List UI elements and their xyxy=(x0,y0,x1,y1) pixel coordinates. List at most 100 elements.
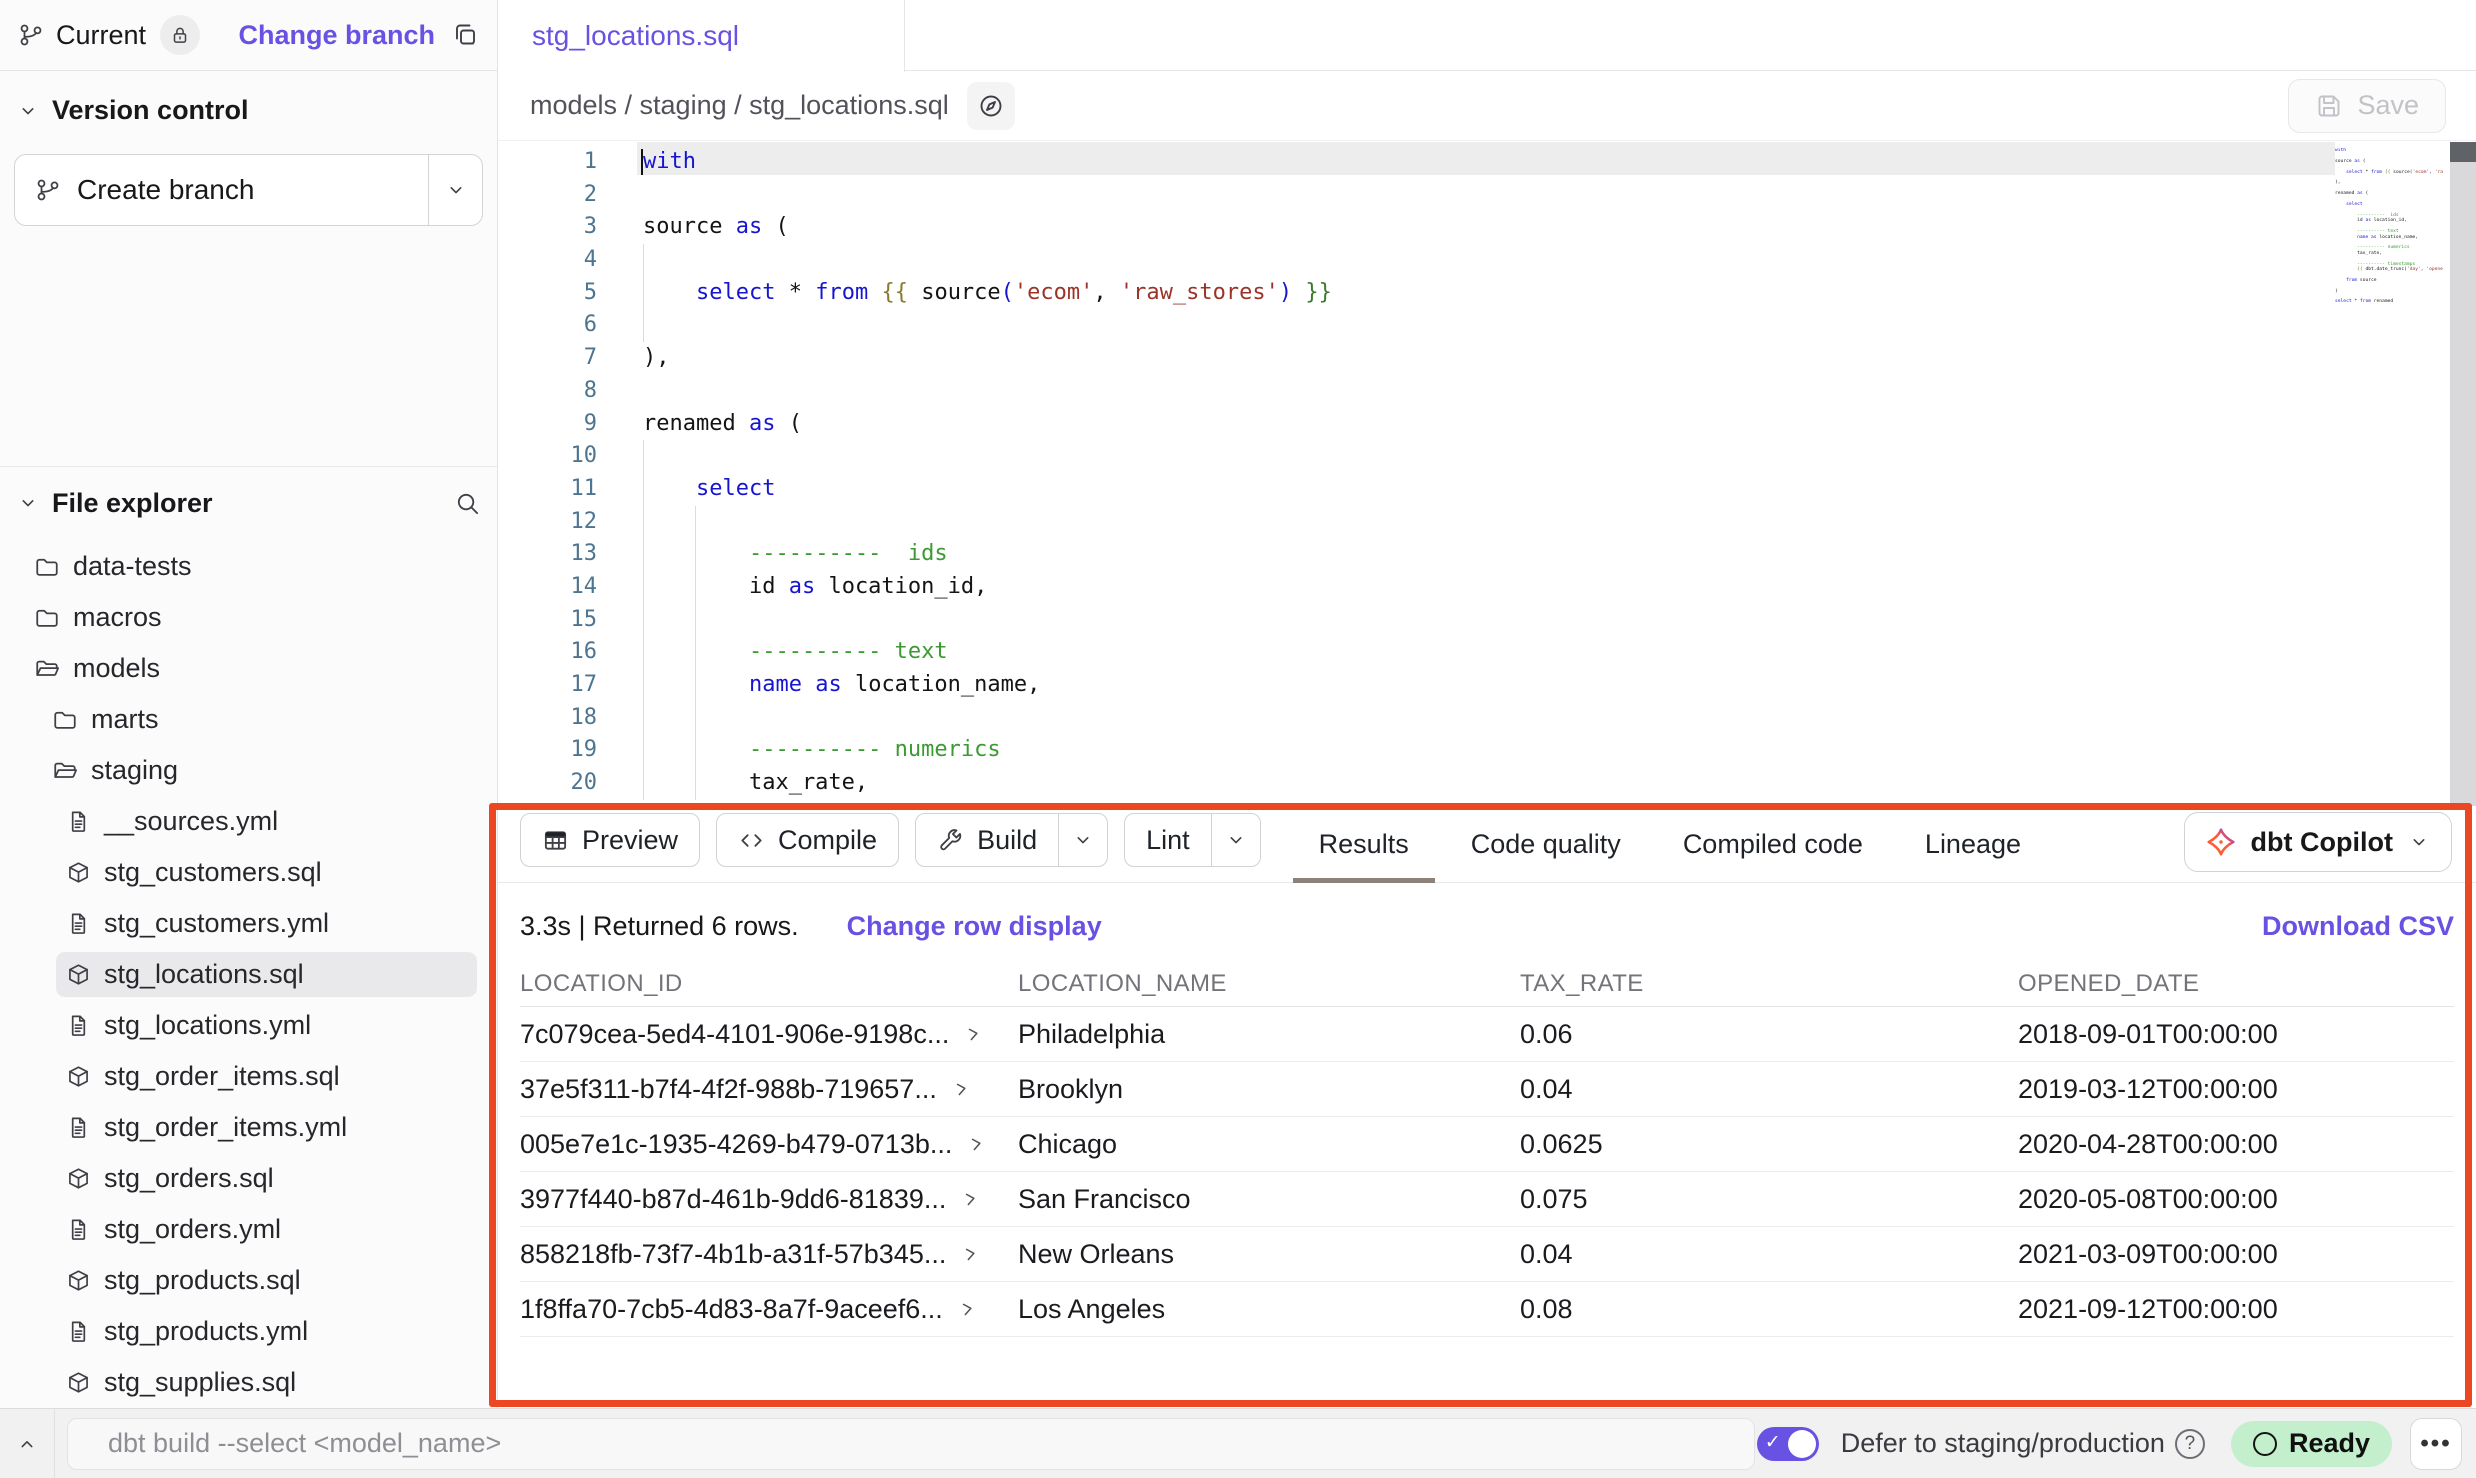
expand-row-chevron-icon[interactable] xyxy=(961,1245,979,1263)
table-row[interactable]: 858218fb-73f7-4b1b-a31f-57b345...New Orl… xyxy=(520,1227,2454,1282)
tab-stg-locations-sql[interactable]: stg_locations.sql xyxy=(498,0,905,72)
tree-item-staging[interactable]: staging xyxy=(0,745,497,796)
tree-item--sources-yml[interactable]: __sources.yml xyxy=(0,796,497,847)
table-row[interactable]: 005e7e1c-1935-4269-b479-0713b...Chicago0… xyxy=(520,1117,2454,1172)
editor-scrollbar[interactable] xyxy=(2450,142,2476,806)
lint-dropdown[interactable] xyxy=(1211,814,1260,866)
cell-location_name: Chicago xyxy=(1018,1129,1520,1160)
folder-icon xyxy=(52,707,78,733)
line-number-gutter: 1234567891011121314151617181920 xyxy=(498,146,597,800)
more-options-button[interactable]: ••• xyxy=(2410,1418,2462,1470)
check-icon: ✓ xyxy=(1765,1431,1781,1454)
tree-item-stg-products-yml[interactable]: stg_products.yml xyxy=(0,1306,497,1357)
branch-bar: Current Change branch xyxy=(0,0,497,71)
tree-item-stg-products-sql[interactable]: stg_products.sql xyxy=(0,1255,497,1306)
build-button[interactable]: Build xyxy=(915,813,1108,867)
expand-row-chevron-icon[interactable] xyxy=(952,1080,970,1098)
table-row[interactable]: 7c079cea-5ed4-4101-906e-9198c...Philadel… xyxy=(520,1007,2454,1062)
tree-item-stg-customers-sql[interactable]: stg_customers.sql xyxy=(0,847,497,898)
line-number: 1 xyxy=(498,146,597,179)
lint-button[interactable]: Lint xyxy=(1124,813,1261,867)
create-branch-dropdown[interactable] xyxy=(428,155,482,225)
ready-status-badge[interactable]: Ready xyxy=(2231,1421,2392,1467)
help-icon[interactable]: ? xyxy=(2175,1429,2205,1459)
line-number: 18 xyxy=(498,702,597,735)
wrench-icon xyxy=(937,827,964,854)
toggle-knob xyxy=(1788,1430,1816,1458)
status-bar: dbt build --select <model_name> ✓ Defer … xyxy=(0,1408,2476,1478)
file-explorer-header[interactable]: File explorer xyxy=(0,473,497,533)
copilot-icon xyxy=(2205,826,2237,858)
tree-item-marts[interactable]: marts xyxy=(0,694,497,745)
tree-item-label: stg_products.yml xyxy=(104,1316,308,1347)
code-editor[interactable]: 1234567891011121314151617181920 withsour… xyxy=(498,142,2476,806)
panel-tab-compiled-code[interactable]: Compiled code xyxy=(1681,806,1865,883)
table-row[interactable]: 3977f440-b87d-461b-9dd6-81839...San Fran… xyxy=(520,1172,2454,1227)
cell-opened_date: 2019-03-12T00:00:00 xyxy=(2018,1074,2454,1105)
action-buttons: Preview Compile Build Lint xyxy=(520,813,1261,867)
tree-item-models[interactable]: models xyxy=(0,643,497,694)
download-csv-link[interactable]: Download CSV xyxy=(2262,911,2454,942)
expand-row-chevron-icon[interactable] xyxy=(958,1300,976,1318)
scrollbar-thumb[interactable] xyxy=(2450,142,2476,162)
tree-item-stg-orders-yml[interactable]: stg_orders.yml xyxy=(0,1204,497,1255)
cell-location_id: 3977f440-b87d-461b-9dd6-81839... xyxy=(520,1184,1018,1215)
tree-item-stg-orders-sql[interactable]: stg_orders.sql xyxy=(0,1153,497,1204)
create-branch-main[interactable]: Create branch xyxy=(15,155,428,225)
branch-locked-badge xyxy=(160,15,200,55)
create-branch-button[interactable]: Create branch xyxy=(14,154,483,226)
expand-command-bar-button[interactable] xyxy=(0,1409,54,1478)
expand-row-chevron-icon[interactable] xyxy=(964,1025,982,1043)
change-row-display-link[interactable]: Change row display xyxy=(847,911,1102,942)
cell-opened_date: 2021-03-09T00:00:00 xyxy=(2018,1239,2454,1270)
tree-item-label: stg_locations.sql xyxy=(104,959,304,990)
code-line-15 xyxy=(643,604,1332,637)
doc-icon xyxy=(66,1319,91,1344)
save-button[interactable]: Save xyxy=(2288,79,2446,133)
git-branch-icon xyxy=(18,22,44,48)
tree-item-stg-order-items-sql[interactable]: stg_order_items.sql xyxy=(0,1051,497,1102)
tree-item-stg-customers-yml[interactable]: stg_customers.yml xyxy=(0,898,497,949)
dbt-ide-window: Current Change branch Version control Cr… xyxy=(0,0,2476,1478)
code-line-14: id as location_id, xyxy=(643,571,1332,604)
copy-branch-icon[interactable] xyxy=(451,21,479,49)
chevron-down-icon xyxy=(16,491,40,515)
table-row[interactable]: 1f8ffa70-7cb5-4d83-8a7f-9aceef6...Los An… xyxy=(520,1282,2454,1337)
cell-location_id: 1f8ffa70-7cb5-4d83-8a7f-9aceef6... xyxy=(520,1294,1018,1325)
compile-button[interactable]: Compile xyxy=(716,813,899,867)
tree-item-stg-supplies-sql[interactable]: stg_supplies.sql xyxy=(0,1357,497,1408)
line-number: 5 xyxy=(498,277,597,310)
view-lineage-button[interactable] xyxy=(967,82,1015,130)
tree-item-macros[interactable]: macros xyxy=(0,592,497,643)
folder-icon xyxy=(34,554,60,580)
expand-row-chevron-icon[interactable] xyxy=(967,1135,985,1153)
tree-item-label: stg_orders.yml xyxy=(104,1214,281,1245)
cell-location_id: 7c079cea-5ed4-4101-906e-9198c... xyxy=(520,1019,1018,1050)
file-explorer-title: File explorer xyxy=(52,488,213,519)
tree-item-stg-locations-sql[interactable]: stg_locations.sql xyxy=(0,949,497,1000)
panel-tab-lineage[interactable]: Lineage xyxy=(1923,806,2023,883)
editor-minimap[interactable]: with source as ( select * from {{ source… xyxy=(2335,148,2443,305)
results-info-row: 3.3s | Returned 6 rows. Change row displ… xyxy=(498,883,2476,957)
tree-item-stg-locations-yml[interactable]: stg_locations.yml xyxy=(0,1000,497,1051)
expand-row-chevron-icon[interactable] xyxy=(961,1190,979,1208)
search-icon[interactable] xyxy=(454,490,481,517)
doc-icon xyxy=(66,809,91,834)
change-branch-link[interactable]: Change branch xyxy=(238,20,435,51)
panel-tab-results[interactable]: Results xyxy=(1317,806,1411,883)
cell-location_id: 005e7e1c-1935-4269-b479-0713b... xyxy=(520,1129,1018,1160)
table-body: 7c079cea-5ed4-4101-906e-9198c...Philadel… xyxy=(520,1007,2454,1337)
dbt-copilot-button[interactable]: dbt Copilot xyxy=(2184,812,2452,872)
preview-button[interactable]: Preview xyxy=(520,813,700,867)
defer-toggle[interactable]: ✓ xyxy=(1757,1427,1819,1461)
tree-item-data-tests[interactable]: data-tests xyxy=(0,541,497,592)
code-line-2 xyxy=(643,179,1332,212)
table-row[interactable]: 37e5f311-b7f4-4f2f-988b-719657...Brookly… xyxy=(520,1062,2454,1117)
model-icon xyxy=(66,1064,91,1089)
cell-tax_rate: 0.04 xyxy=(1520,1074,2018,1105)
panel-tab-code-quality[interactable]: Code quality xyxy=(1469,806,1623,883)
tree-item-stg-order-items-yml[interactable]: stg_order_items.yml xyxy=(0,1102,497,1153)
dbt-command-input[interactable]: dbt build --select <model_name> xyxy=(67,1418,1755,1470)
version-control-header[interactable]: Version control xyxy=(0,95,497,126)
build-dropdown[interactable] xyxy=(1058,814,1107,866)
